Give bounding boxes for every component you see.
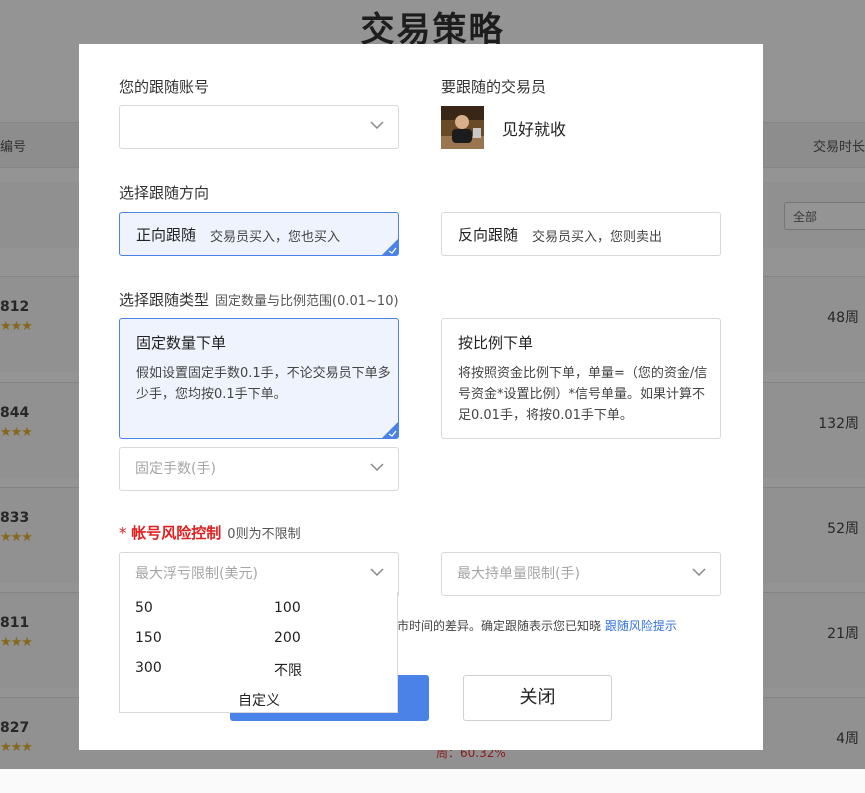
max-position-placeholder: 最大持单量限制(手) — [457, 566, 580, 582]
max-loss-placeholder: 最大浮亏限制(美元) — [135, 566, 258, 582]
max-loss-select[interactable]: 最大浮亏限制(美元) — [119, 552, 399, 596]
option-title: 固定数量下单 — [136, 334, 227, 352]
risk-control-title: 帐号风险控制 — [131, 524, 222, 542]
account-label: 您的跟随账号 — [119, 78, 210, 96]
risk-control-label: * 帐号风险控制 0则为不限制 — [119, 522, 301, 543]
option-title: 反向跟随 — [458, 226, 519, 244]
follow-type-title: 选择跟随类型 — [119, 291, 210, 309]
option-desc: 假如设置固定手数0.1手，不论交易员下单多少手，您均按0.1手下单。 — [136, 366, 391, 402]
direction-forward-option[interactable]: 正向跟随 交易员买入，您也买入 — [119, 212, 399, 256]
option-title: 按比例下单 — [458, 334, 534, 352]
risk-control-note: 0则为不限制 — [227, 527, 301, 542]
fixed-lots-placeholder: 固定手数(手) — [135, 461, 216, 477]
direction-label: 选择跟随方向 — [119, 184, 210, 202]
risk-notice: 休市时间的差异。确定跟随表示您已知晓 跟随风险提示 — [385, 617, 677, 634]
trader-avatar — [441, 106, 484, 149]
direction-reverse-option[interactable]: 反向跟随 交易员买入，您则卖出 — [441, 212, 721, 256]
dropdown-option[interactable]: 150 — [135, 630, 162, 646]
dropdown-option[interactable]: 200 — [274, 630, 301, 646]
account-select[interactable] — [119, 105, 399, 149]
option-title: 正向跟随 — [136, 226, 197, 244]
fixed-lots-select[interactable]: 固定手数(手) — [119, 447, 399, 491]
dropdown-option[interactable]: 300 — [135, 660, 162, 676]
close-button[interactable]: 关闭 — [463, 675, 612, 721]
follow-trader-dialog: 您的跟随账号 要跟随的交易员 见好就收 选择跟随方向 正向跟随 交易员买入，您也… — [79, 44, 763, 750]
follow-type-range: 固定数量与比例范围(0.01~10) — [215, 294, 399, 309]
chevron-down-icon — [370, 463, 384, 472]
option-desc: 交易员买入，您也买入 — [210, 230, 341, 245]
max-loss-dropdown: 50 100 150 200 300 不限 自定义 — [119, 592, 398, 713]
selected-check-icon — [382, 422, 398, 438]
trader-name: 见好就收 — [502, 120, 567, 139]
selected-check-icon — [382, 239, 398, 255]
required-marker: * — [119, 524, 127, 542]
dropdown-option[interactable]: 100 — [274, 600, 301, 616]
type-ratio-option[interactable]: 按比例下单 将按照资金比例下单，单量=（您的资金/信号资金*设置比例）*信号单量… — [441, 318, 721, 439]
chevron-down-icon — [370, 121, 384, 130]
type-fixed-option[interactable]: 固定数量下单 假如设置固定手数0.1手，不论交易员下单多少手，您均按0.1手下单… — [119, 318, 399, 439]
dropdown-option-custom[interactable]: 自定义 — [238, 690, 280, 710]
trader-label: 要跟随的交易员 — [441, 78, 547, 96]
dropdown-option[interactable]: 50 — [135, 600, 153, 616]
chevron-down-icon — [692, 568, 706, 577]
follow-type-label: 选择跟随类型 固定数量与比例范围(0.01~10) — [119, 289, 399, 310]
max-position-select[interactable]: 最大持单量限制(手) — [441, 552, 721, 596]
dropdown-option[interactable]: 不限 — [274, 660, 302, 680]
risk-warning-link[interactable]: 跟随风险提示 — [605, 619, 677, 633]
risk-notice-text: 休市时间的差异。确定跟随表示您已知晓 — [385, 619, 602, 633]
option-desc: 交易员买入，您则卖出 — [532, 230, 663, 245]
chevron-down-icon — [370, 568, 384, 577]
option-desc: 将按照资金比例下单，单量=（您的资金/信号资金*设置比例）*信号单量。如果计算不… — [458, 366, 708, 423]
